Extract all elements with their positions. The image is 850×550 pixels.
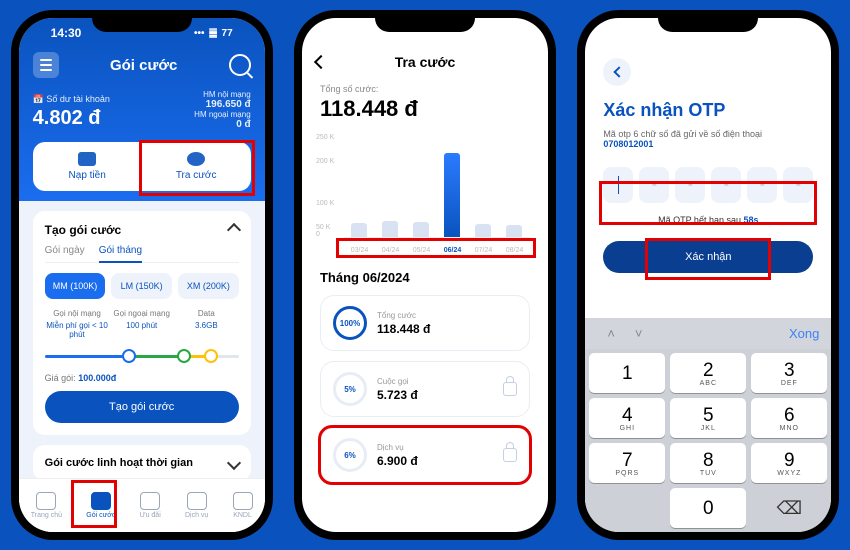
- phone-2: Tra cước Tổng số cước: 118.448 đ 250 K20…: [294, 10, 556, 540]
- total-label: Tổng số cước:: [320, 84, 530, 94]
- page-title: Xác nhận OTP: [603, 100, 813, 121]
- back-button[interactable]: [603, 58, 631, 86]
- otp-digit-6[interactable]: -: [783, 167, 813, 203]
- create-plan-button[interactable]: Tạo gói cước: [45, 391, 239, 423]
- action-tabs: Nạp tiền Tra cước: [33, 142, 251, 191]
- plan-icon: [91, 492, 111, 510]
- key-8[interactable]: 8TUV: [670, 443, 746, 483]
- ring-icon: 6%: [333, 438, 367, 472]
- menu-icon[interactable]: [33, 52, 59, 78]
- tab-kndl[interactable]: KNDL: [233, 492, 253, 519]
- key-delete[interactable]: ⌫: [751, 488, 827, 528]
- create-plan-card: Tạo gói cước Gói ngày Gói tháng MM (100K…: [33, 211, 251, 435]
- numeric-keyboard: ˄ ˅ Xong 12ABC3DEF 4GHI5JKL6MNO 7PQRS8TUV9W…: [585, 318, 831, 532]
- total-amount: 118.448 đ: [320, 96, 530, 122]
- gift-icon: [140, 492, 160, 510]
- plan-slider[interactable]: [45, 347, 239, 365]
- key-4[interactable]: 4GHI: [589, 398, 665, 438]
- card-title: Tạo gói cước: [45, 223, 122, 237]
- ring-icon: 100%: [333, 306, 367, 340]
- otp-digit-4[interactable]: -: [711, 167, 741, 203]
- phone-3: Xác nhận OTP Mã otp 6 chữ số đã gửi về s…: [577, 10, 839, 540]
- chip-mm[interactable]: MM (100K): [45, 273, 106, 299]
- card-icon: [78, 152, 96, 166]
- tab-topup[interactable]: Nạp tiền: [33, 142, 142, 191]
- home-icon: [36, 492, 56, 510]
- flex-plan-card[interactable]: Gói cước linh hoạt thời gian: [33, 445, 251, 481]
- tab-home[interactable]: Trang chủ: [31, 492, 62, 519]
- otp-expire: Mã OTP hết hạn sau 58s: [603, 215, 813, 225]
- tab-offers[interactable]: Ưu đãi: [140, 492, 161, 519]
- page-title: Gói cước: [110, 57, 177, 74]
- chip-lm[interactable]: LM (150K): [111, 273, 172, 299]
- gauge-icon: [187, 152, 205, 166]
- subtab-month[interactable]: Gói tháng: [99, 245, 142, 263]
- otp-digit-3[interactable]: -: [675, 167, 705, 203]
- key-7[interactable]: 7PQRS: [589, 443, 665, 483]
- tab-plans[interactable]: Gói cước: [86, 492, 115, 519]
- tab-lookup[interactable]: Tra cước: [142, 142, 251, 191]
- key-2[interactable]: 2ABC: [670, 353, 746, 393]
- subtab-day[interactable]: Gói ngày: [45, 245, 85, 256]
- otp-subtitle: Mã otp 6 chữ số đã gửi về số điện thoại …: [603, 129, 813, 149]
- phone-1: 14:30 •••䷀77 Gói cước 📅 Số dư tài khoản …: [11, 10, 273, 540]
- row-services[interactable]: 6% Dịch vụ6.900 đ: [320, 427, 530, 483]
- otp-digit-5[interactable]: -: [747, 167, 777, 203]
- ring-icon: 5%: [333, 372, 367, 406]
- lock-icon: [503, 382, 517, 396]
- usage-chart: 250 K200 K100 K50 K0 03/2404/2405/24 06/…: [320, 134, 530, 254]
- otp-inputs[interactable]: - - - - -: [603, 167, 813, 203]
- lock-icon: [503, 448, 517, 462]
- otp-digit-1[interactable]: [603, 167, 633, 203]
- plan-price: Giá gói: 100.000đ: [45, 373, 239, 383]
- balance-label: 📅 Số dư tài khoản: [33, 94, 110, 105]
- chip-xm[interactable]: XM (200K): [178, 273, 239, 299]
- key-0[interactable]: 0: [670, 488, 746, 528]
- chevron-up-icon[interactable]: [227, 223, 241, 237]
- key-6[interactable]: 6MNO: [751, 398, 827, 438]
- row-calls[interactable]: 5% Cuộc gọi5.723 đ: [320, 361, 530, 417]
- status-time: 14:30: [51, 26, 82, 40]
- balance-amount: 4.802 đ: [33, 107, 110, 130]
- otp-digit-2[interactable]: -: [639, 167, 669, 203]
- kb-up-icon[interactable]: ˄: [607, 326, 615, 341]
- key-5[interactable]: 5JKL: [670, 398, 746, 438]
- key-3[interactable]: 3DEF: [751, 353, 827, 393]
- kb-done[interactable]: Xong: [789, 326, 819, 341]
- month-heading: Tháng 06/2024: [320, 270, 530, 285]
- tab-services[interactable]: Dịch vụ: [185, 492, 208, 519]
- cup-icon: [187, 492, 207, 510]
- basket-icon: [233, 492, 253, 510]
- page-title: Tra cước: [316, 54, 534, 70]
- confirm-button[interactable]: Xác nhận: [603, 241, 813, 273]
- bottom-tabbar: Trang chủ Gói cước Ưu đãi Dịch vụ KNDL: [19, 478, 265, 532]
- search-icon[interactable]: [229, 54, 251, 76]
- status-batt: 77: [222, 28, 233, 39]
- chevron-down-icon: [227, 456, 241, 470]
- key-9[interactable]: 9WXYZ: [751, 443, 827, 483]
- chevron-left-icon: [613, 66, 624, 77]
- row-total[interactable]: 100% Tổng cước118.448 đ: [320, 295, 530, 351]
- key-1[interactable]: 1: [589, 353, 665, 393]
- kb-down-icon[interactable]: ˅: [635, 326, 643, 341]
